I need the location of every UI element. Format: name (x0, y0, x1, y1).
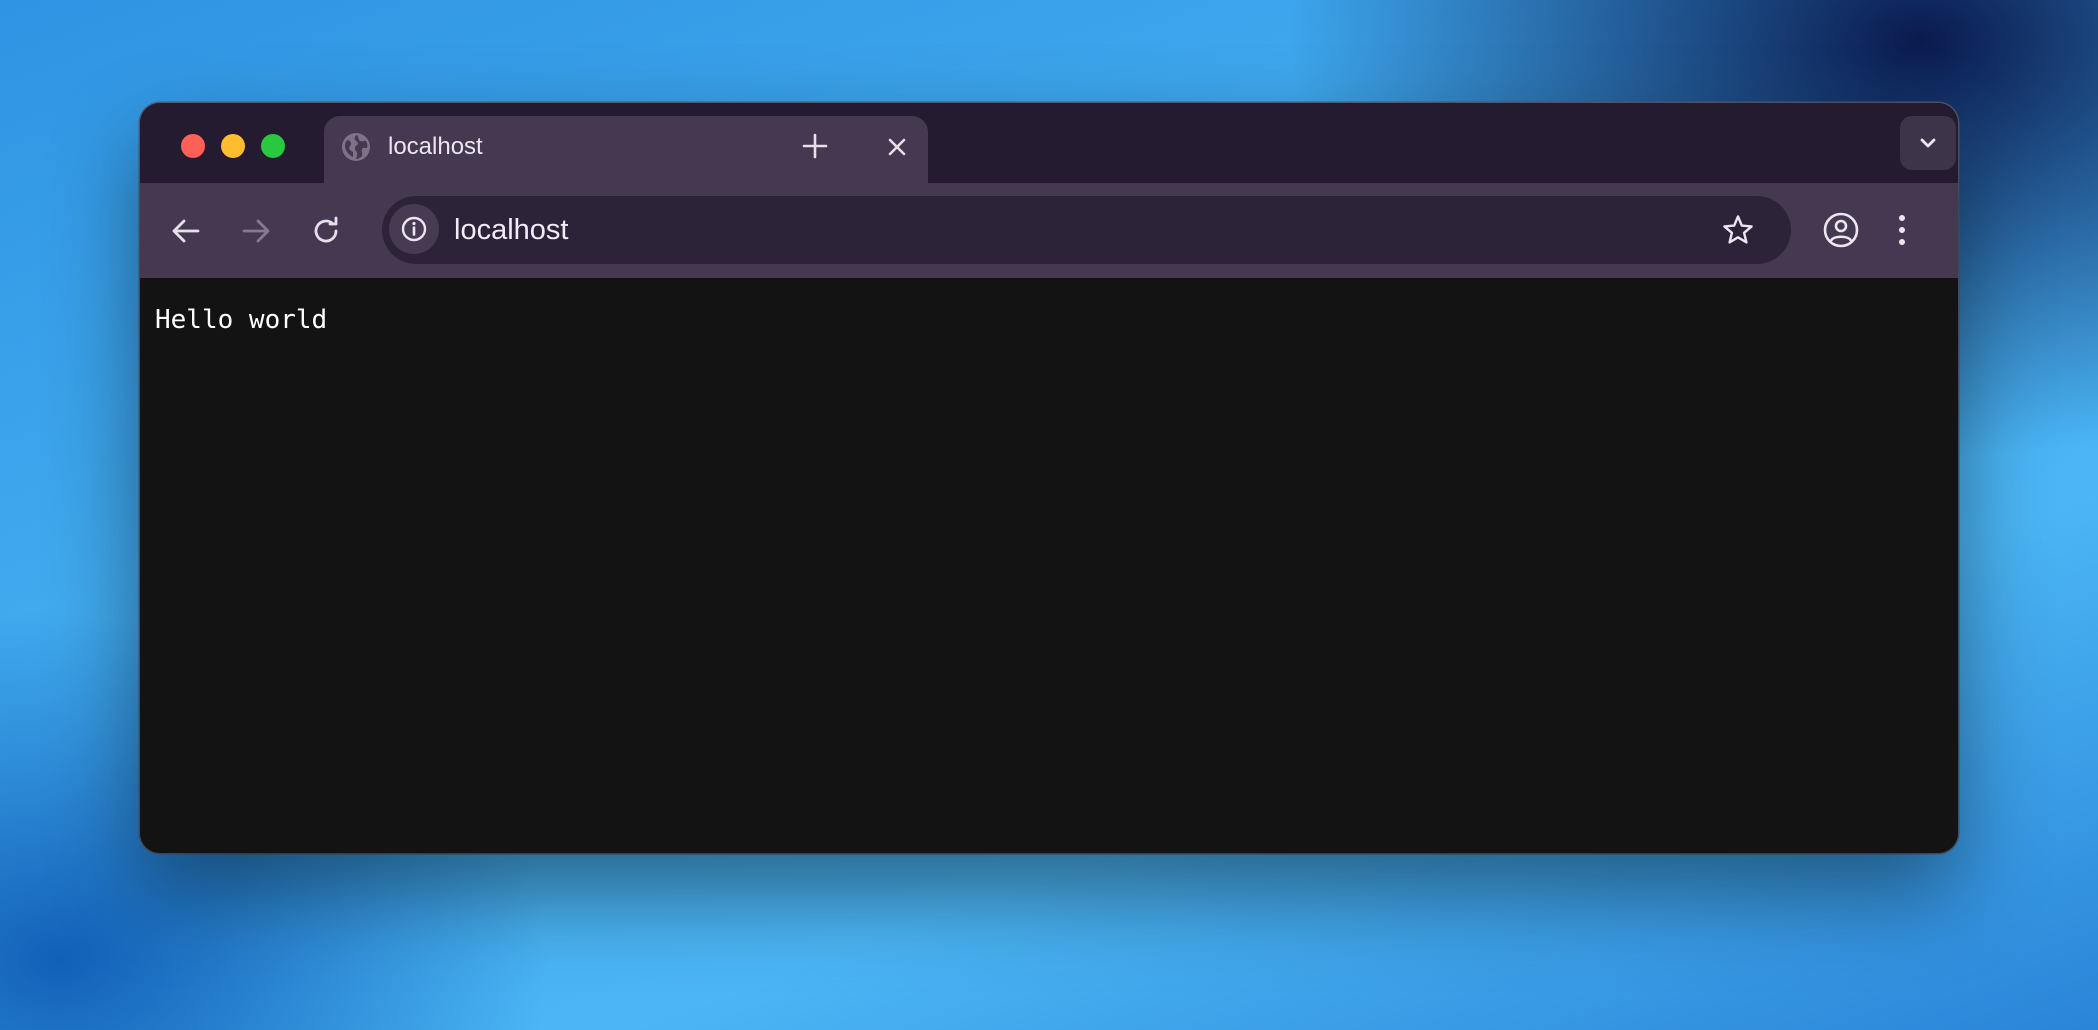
arrow-left-icon (172, 219, 200, 243)
reload-button[interactable] (308, 213, 344, 249)
info-icon (401, 216, 427, 242)
tab-search-button[interactable] (1900, 116, 1956, 170)
zoom-window-button[interactable] (261, 134, 285, 158)
page-content: Hello world (140, 278, 1958, 853)
reload-icon (314, 216, 338, 243)
minimize-window-button[interactable] (221, 134, 245, 158)
back-button[interactable] (168, 213, 204, 249)
forward-button[interactable] (238, 213, 274, 249)
toolbar: localhost (140, 183, 1958, 278)
tab-strip: localhost (140, 103, 1958, 196)
kebab-menu-icon[interactable] (1892, 211, 1912, 249)
plus-icon[interactable] (800, 131, 830, 161)
address-bar[interactable]: localhost (382, 196, 1791, 264)
arrow-right-icon (242, 219, 270, 243)
close-window-button[interactable] (181, 134, 205, 158)
globe-icon (341, 132, 371, 162)
site-info-button[interactable] (389, 204, 439, 254)
close-tab-icon[interactable] (884, 134, 910, 160)
page-text: Hello world (155, 305, 328, 335)
browser-window: localhost localhost Hello world (140, 103, 1958, 853)
account-circle-icon[interactable] (1822, 211, 1860, 249)
star-icon[interactable] (1721, 213, 1755, 247)
url-text[interactable]: localhost (454, 213, 568, 247)
tab-title: localhost (388, 133, 483, 160)
